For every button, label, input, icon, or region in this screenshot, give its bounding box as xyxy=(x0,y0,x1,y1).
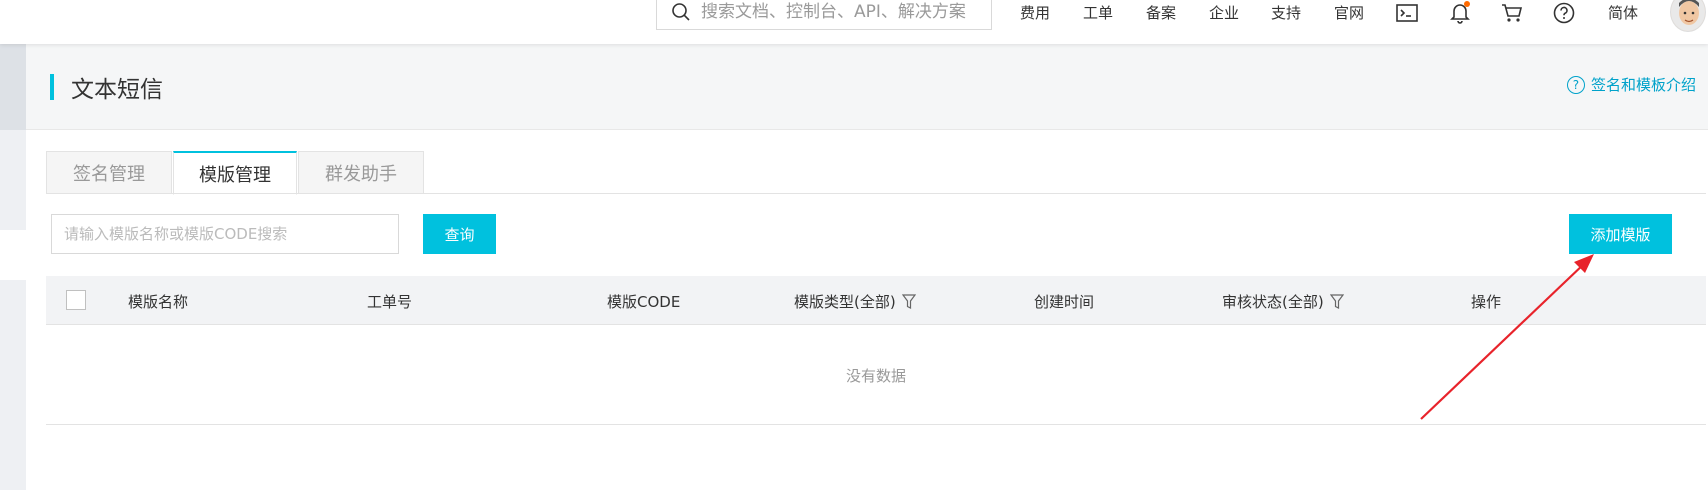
nav-filing[interactable]: 备案 xyxy=(1146,3,1176,23)
query-button[interactable]: 查询 xyxy=(423,214,496,254)
cart-icon[interactable] xyxy=(1499,0,1525,26)
help-icon[interactable] xyxy=(1551,0,1577,26)
column-created-time: 创建时间 xyxy=(1034,293,1095,311)
title-accent-bar xyxy=(50,74,54,100)
search-icon xyxy=(672,3,690,21)
nav-support[interactable]: 支持 xyxy=(1271,3,1301,23)
page-header: 文本短信 ? 签名和模板介绍 xyxy=(26,44,1708,130)
column-template-code: 模版CODE xyxy=(607,293,681,311)
nav-fees[interactable]: 费用 xyxy=(1020,3,1050,23)
column-template-type-label: 模版类型(全部) xyxy=(794,293,896,311)
nav-official-site[interactable]: 官网 xyxy=(1334,3,1364,23)
empty-state-text: 没有数据 xyxy=(845,366,906,385)
tab-divider xyxy=(46,193,1706,194)
template-search-input[interactable] xyxy=(51,214,399,254)
global-search[interactable] xyxy=(656,0,992,30)
help-link[interactable]: ? 签名和模板介绍 xyxy=(1566,74,1696,95)
tab-template-management[interactable]: 模版管理 xyxy=(173,151,297,195)
column-template-name: 模版名称 xyxy=(128,293,189,311)
column-review-status-label: 审核状态(全部) xyxy=(1222,293,1324,311)
filter-icon[interactable] xyxy=(1329,293,1344,310)
column-review-status[interactable]: 审核状态(全部) xyxy=(1222,291,1344,312)
page-title: 文本短信 xyxy=(71,77,163,103)
notification-dot xyxy=(1464,1,1470,7)
language-switch[interactable]: 简体 xyxy=(1608,3,1638,23)
sidebar-edge xyxy=(0,44,26,130)
filter-icon[interactable] xyxy=(901,293,916,310)
top-navigation-bar: 费用 工单 备案 企业 支持 官网 简体 xyxy=(0,0,1708,44)
add-template-button[interactable]: 添加模版 xyxy=(1569,214,1672,254)
table-header: 模版名称 工单号 模版CODE 模版类型(全部) 创建时间 审核状态(全部) 操… xyxy=(46,276,1706,325)
sidebar-edge xyxy=(0,280,26,490)
tab-signature-management[interactable]: 签名管理 xyxy=(46,151,172,194)
question-icon: ? xyxy=(1566,75,1585,94)
bell-icon[interactable] xyxy=(1447,0,1473,26)
column-template-type[interactable]: 模版类型(全部) xyxy=(794,291,916,312)
help-link-label: 签名和模板介绍 xyxy=(1590,76,1696,94)
nav-tickets[interactable]: 工单 xyxy=(1083,3,1113,23)
column-ticket-number: 工单号 xyxy=(367,293,413,311)
tab-bulk-send-assistant[interactable]: 群发助手 xyxy=(298,151,424,194)
global-search-input[interactable] xyxy=(701,2,991,22)
nav-enterprise[interactable]: 企业 xyxy=(1209,3,1239,23)
empty-state: 没有数据 xyxy=(46,326,1706,425)
avatar[interactable] xyxy=(1670,0,1706,32)
terminal-icon[interactable] xyxy=(1394,0,1420,26)
column-actions: 操作 xyxy=(1471,293,1502,311)
sidebar-edge xyxy=(0,130,26,230)
select-all-checkbox[interactable] xyxy=(66,290,86,310)
